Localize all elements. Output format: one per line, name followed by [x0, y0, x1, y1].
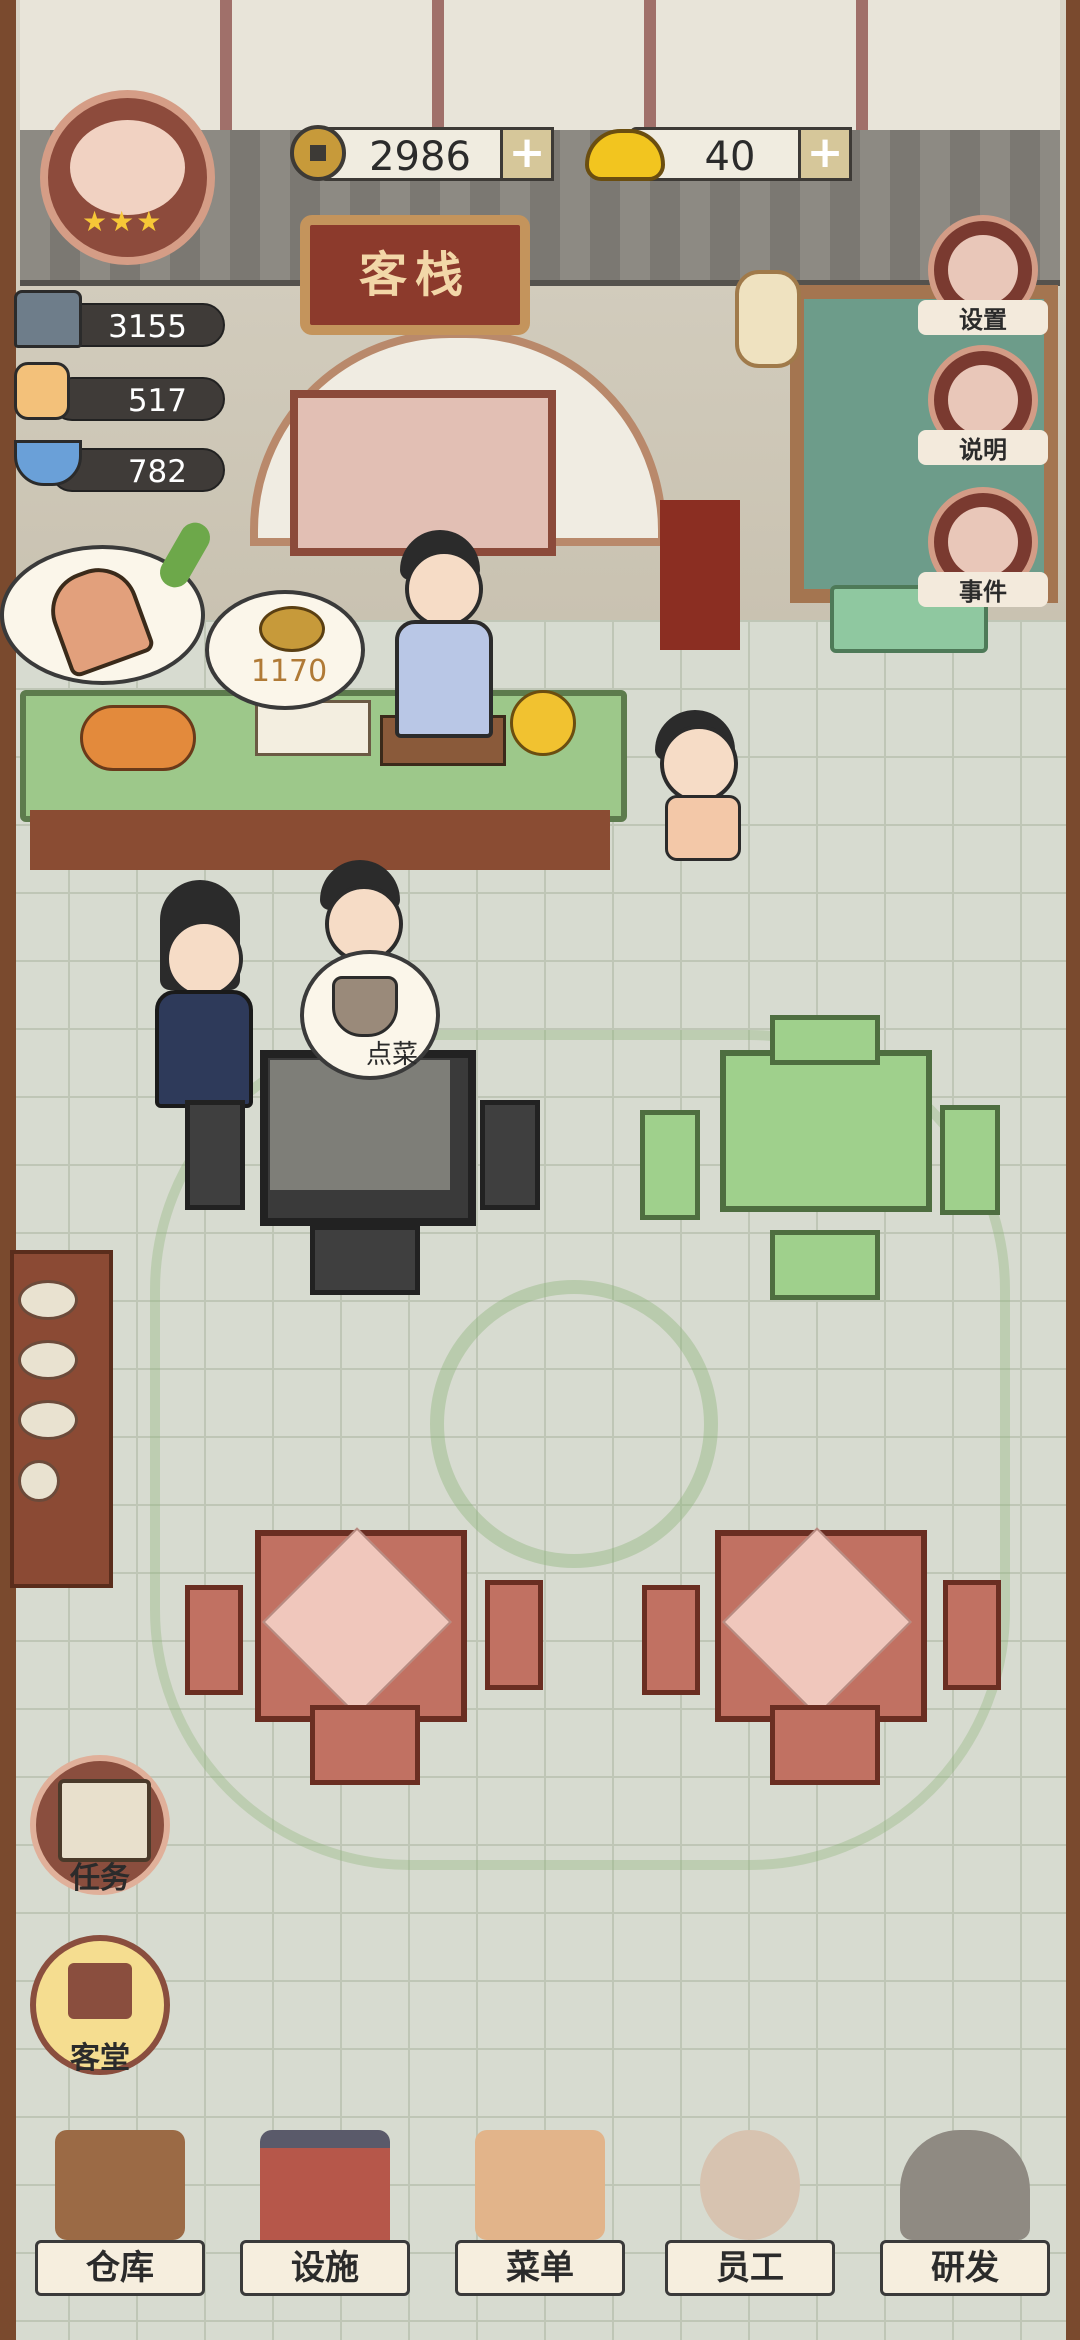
wood-stool-right-b: [943, 1580, 1001, 1690]
stone-table-top: [270, 1060, 450, 1190]
help-scroll-icon: [948, 365, 1018, 435]
nav-warehouse[interactable]: 仓库: [35, 2130, 205, 2300]
jade-table[interactable]: [720, 1050, 932, 1212]
hall-label: 客堂: [70, 2041, 130, 2076]
left-pillar: [0, 0, 16, 2340]
stone-stool-front: [310, 1225, 420, 1295]
dish-icon: [18, 1340, 78, 1380]
ingots-counter: 40 +: [585, 125, 855, 185]
building-icon: [14, 290, 82, 348]
nav-facility-label: 设施: [240, 2240, 410, 2296]
task-scroll-icon: [58, 1779, 151, 1862]
swordsman-customer[interactable]: [140, 880, 260, 1108]
teapot-icon: [332, 976, 398, 1037]
wood-stool-right-a: [642, 1585, 700, 1695]
warehouse-icon: [55, 2130, 185, 2240]
copper-coin-icon: [290, 125, 346, 181]
coin-income-bubble[interactable]: 1170: [205, 590, 365, 710]
facility-icon: [260, 2130, 390, 2258]
dish-icon: [18, 1400, 78, 1440]
floor-rug-center: [430, 1280, 718, 1568]
innkeeper-character[interactable]: [380, 530, 500, 738]
stone-stool-right: [480, 1100, 540, 1210]
gold-ornament: [510, 690, 576, 756]
thumbs-up-icon: [14, 362, 70, 420]
inn-building-icon: [70, 120, 185, 215]
nav-facility[interactable]: 设施: [240, 2130, 410, 2300]
event-house-icon: [948, 507, 1018, 577]
jade-stool-left: [640, 1110, 700, 1220]
events-label: 事件: [918, 572, 1048, 607]
add-coins-button[interactable]: +: [500, 127, 554, 181]
nav-research-label: 研发: [880, 2240, 1050, 2296]
bell-icon: [39, 556, 157, 680]
plant-stand: [660, 500, 740, 650]
wood-stool-left-b: [485, 1580, 543, 1690]
child-customer[interactable]: [640, 710, 750, 861]
jade-stool-right: [940, 1105, 1000, 1215]
hall-button[interactable]: 客堂: [30, 1935, 170, 2076]
gear-icon: [948, 235, 1018, 305]
nav-staff[interactable]: 员工: [665, 2130, 835, 2300]
nav-warehouse-label: 仓库: [35, 2240, 205, 2296]
coins-value: 2986: [369, 134, 471, 180]
jade-stool-front: [770, 1230, 880, 1300]
inn-sign: 客栈: [300, 215, 530, 335]
dish-icon: [18, 1280, 78, 1320]
fruit-plate: [80, 705, 196, 771]
order-label: 点菜: [366, 1040, 419, 1070]
tasks-button[interactable]: 任务: [30, 1755, 170, 1896]
coins-stack-icon: [259, 606, 325, 652]
right-pillar: [1066, 0, 1080, 2340]
jar-icon: [18, 1460, 60, 1502]
stone-stool-left: [185, 1100, 245, 1210]
coins-counter: 2986 +: [290, 125, 554, 185]
jade-stool-back: [770, 1015, 880, 1065]
nav-staff-label: 员工: [665, 2240, 835, 2296]
order-bubble[interactable]: 点菜: [300, 950, 440, 1080]
add-ingots-button[interactable]: +: [798, 127, 852, 181]
stat-likes: 517: [50, 377, 225, 421]
wood-stool-right-front: [770, 1705, 880, 1785]
menu-scroll-icon: [475, 2130, 605, 2240]
hall-icon: [68, 1963, 132, 2019]
settings-label: 设置: [918, 300, 1048, 335]
nav-research[interactable]: 研发: [880, 2130, 1050, 2300]
wood-stool-left-a: [185, 1585, 243, 1695]
star-rating: ★★★: [82, 205, 164, 238]
nav-menu[interactable]: 菜单: [455, 2130, 625, 2300]
tasks-label: 任务: [70, 1861, 130, 1896]
coin-income-amount: 1170: [250, 654, 328, 689]
research-wok-icon: [900, 2130, 1030, 2240]
staff-icon: [700, 2130, 800, 2240]
wood-stool-left-front: [310, 1705, 420, 1785]
lantern: [735, 270, 801, 368]
help-label: 说明: [918, 430, 1048, 465]
nav-menu-label: 菜单: [455, 2240, 625, 2296]
